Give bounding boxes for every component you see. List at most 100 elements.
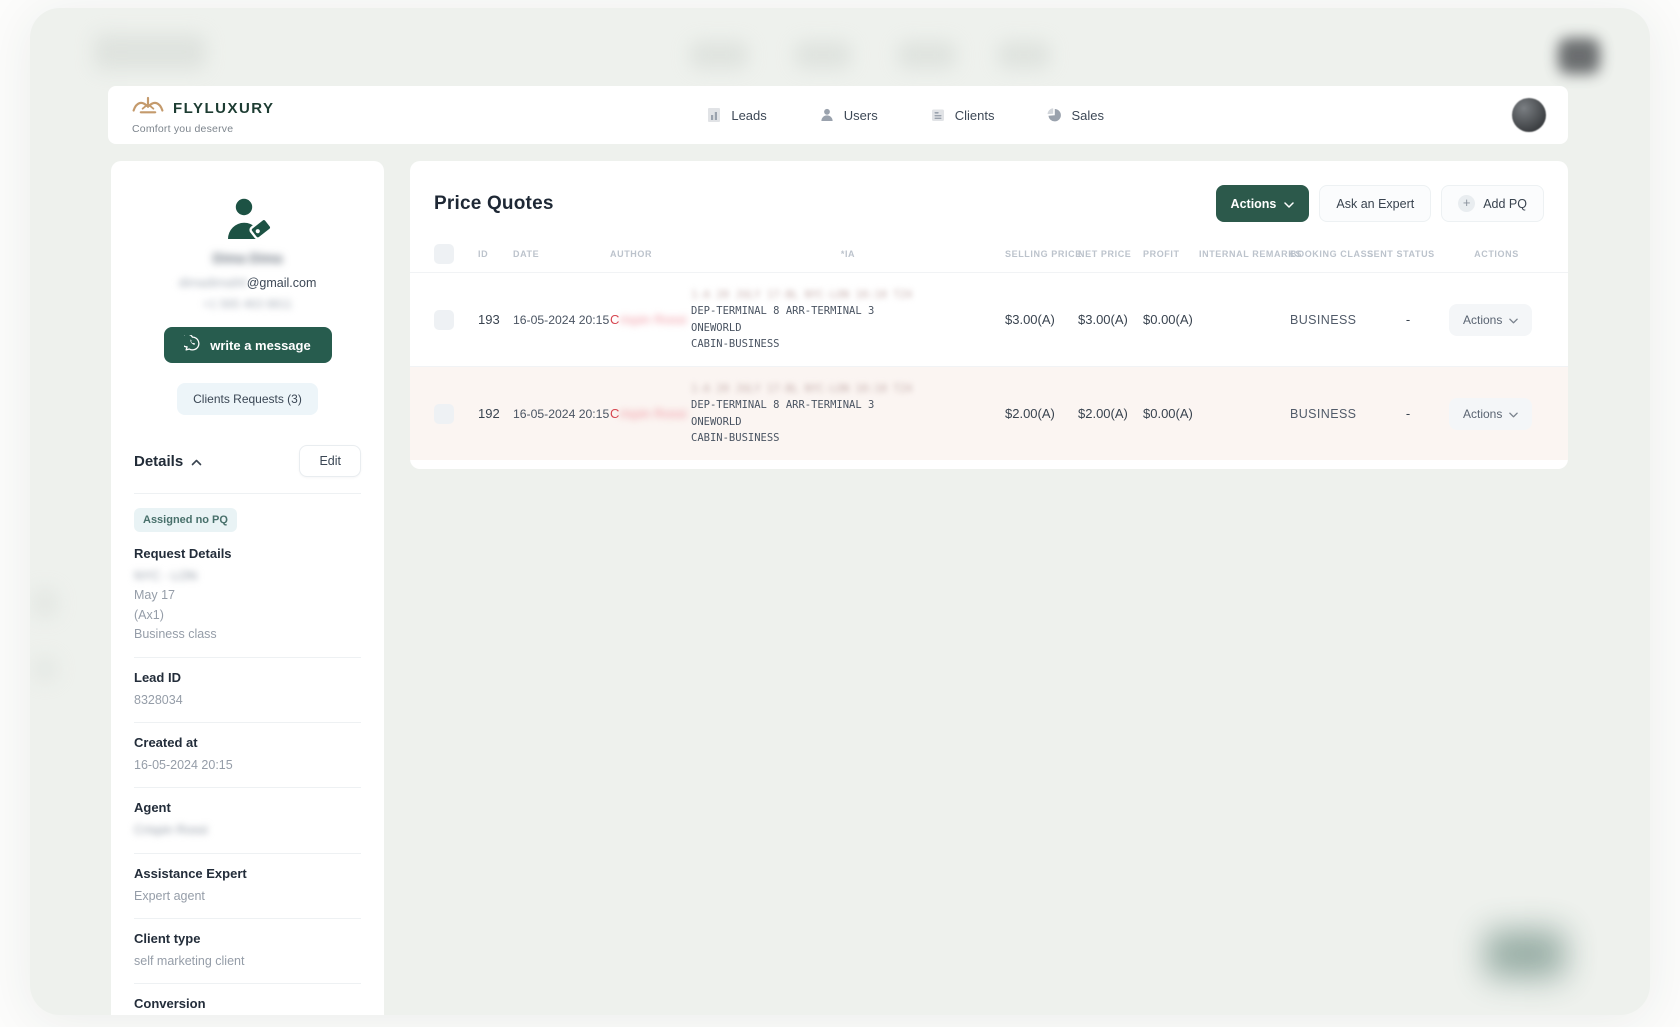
lead-id-value: 8328034	[134, 691, 361, 710]
edit-details-button[interactable]: Edit	[299, 445, 361, 477]
column-header-profit: PROFIT	[1143, 249, 1199, 259]
blurred-artifact	[998, 41, 1050, 69]
client-email: dimadima94@gmail.com	[134, 276, 361, 290]
cell-booking-class: BUSINESS	[1290, 407, 1367, 421]
row-actions-label: Actions	[1463, 313, 1502, 327]
author-initial: C	[610, 406, 619, 421]
cell-booking-class: BUSINESS	[1290, 313, 1367, 327]
cell-profit: $0.00(A)	[1143, 406, 1199, 421]
blurred-artifact	[1558, 38, 1600, 74]
details-header: Details Edit	[134, 445, 361, 477]
conversion-section: Conversion Excluded from conversion	[134, 996, 361, 1015]
chevron-up-icon	[191, 453, 202, 470]
nav-item-leads[interactable]: Leads	[706, 107, 766, 123]
nav-item-clients[interactable]: Clients	[930, 107, 995, 123]
author-blurred: rispin Rossi	[619, 312, 686, 327]
section-label: Created at	[134, 735, 361, 750]
details-toggle[interactable]: Details	[134, 453, 202, 470]
column-header-booking-class: BOOKING CLASS	[1290, 249, 1367, 259]
section-label: Lead ID	[134, 670, 361, 685]
write-message-button[interactable]: write a message	[164, 327, 332, 363]
table-row: 192 16-05-2024 20:15 Crispin Rossi 1-A 2…	[410, 366, 1568, 460]
chevron-down-icon	[1509, 313, 1518, 327]
details-title-label: Details	[134, 453, 183, 470]
assistance-expert-value: Expert agent	[134, 887, 361, 906]
section-label: Client type	[134, 931, 361, 946]
agent-name-blurred: Crispin Rossi	[134, 821, 361, 840]
blurred-artifact	[32, 588, 58, 618]
user-avatar[interactable]	[1512, 98, 1546, 132]
column-header-id: ID	[478, 249, 513, 259]
assigned-no-pq-badge: Assigned no PQ	[134, 508, 237, 532]
chevron-down-icon	[1284, 197, 1294, 211]
leads-icon	[706, 107, 722, 123]
client-email-blurred-part: dimadima94	[179, 276, 247, 290]
itinerary-blurred-line: 1-A 20 JULY 17-BL NYC-LON 10:10 TZ4	[691, 287, 991, 303]
nav-item-sales[interactable]: Sales	[1046, 107, 1104, 123]
crown-logo-icon	[130, 95, 166, 121]
client-email-domain: @gmail.com	[247, 276, 317, 290]
cell-sent-status: -	[1367, 406, 1449, 421]
cell-net-price: $3.00(A)	[1078, 312, 1143, 327]
column-header-net-price: NET PRICE	[1078, 249, 1143, 259]
row-checkbox[interactable]	[434, 404, 454, 424]
column-header-selling-price: SELLING PRICE	[1005, 249, 1078, 259]
cell-id: 192	[478, 406, 513, 421]
users-icon	[819, 107, 835, 123]
brand-tagline: Comfort you deserve	[132, 124, 275, 135]
whatsapp-icon	[184, 335, 201, 355]
author-blurred: rispin Rossi	[619, 406, 686, 421]
nav-label: Leads	[731, 108, 766, 123]
itinerary-alliance: ONEWORLD	[691, 320, 991, 336]
divider	[134, 493, 361, 494]
cell-id: 193	[478, 312, 513, 327]
cell-date: 16-05-2024 20:15	[513, 407, 610, 421]
request-details-section: Request Details NYC - LON May 17 (Ax1) B…	[134, 546, 361, 658]
blurred-artifact	[795, 41, 851, 69]
content-header: Price Quotes Actions Ask an Expert + Add…	[410, 161, 1568, 236]
row-actions-button[interactable]: Actions	[1449, 304, 1532, 336]
request-cabin: Business class	[134, 625, 361, 644]
client-avatar-icon	[134, 197, 361, 243]
top-bar: FLYLUXURY Comfort you deserve Leads	[108, 86, 1568, 144]
agent-section: Agent Crispin Rossi	[134, 800, 361, 853]
blurred-artifact	[690, 41, 748, 69]
add-pq-button[interactable]: + Add PQ	[1441, 185, 1544, 222]
blurred-artifact	[1485, 930, 1565, 978]
client-sidebar: Dima Dima dimadima94@gmail.com +1 565 46…	[111, 161, 384, 1015]
actions-label: Actions	[1231, 197, 1277, 211]
cell-date: 16-05-2024 20:15	[513, 313, 610, 327]
cell-itinerary: 1-A 20 JULY 17-BL NYC-LON 10:10 TZ4 DEP-…	[691, 381, 1005, 446]
column-header-ia: *IA	[691, 249, 1005, 259]
sales-pie-icon	[1046, 107, 1062, 123]
clients-icon	[930, 107, 946, 123]
app-window: FLYLUXURY Comfort you deserve Leads	[30, 8, 1650, 1015]
client-phone-blurred: +1 565 463 8811	[134, 297, 361, 311]
table-row: 193 16-05-2024 20:15 Crispin Rossi 1-A 2…	[410, 272, 1568, 366]
row-checkbox[interactable]	[434, 310, 454, 330]
cell-net-price: $2.00(A)	[1078, 406, 1143, 421]
created-at-section: Created at 16-05-2024 20:15	[134, 735, 361, 788]
blurred-artifact	[32, 656, 58, 682]
clients-requests-button[interactable]: Clients Requests (3)	[177, 383, 318, 415]
row-actions-button[interactable]: Actions	[1449, 398, 1532, 430]
price-quotes-panel: Price Quotes Actions Ask an Expert + Add…	[410, 161, 1568, 469]
itinerary-terminals: DEP-TERMINAL 8 ARR-TERMINAL 3	[691, 397, 991, 413]
section-label: Conversion	[134, 996, 361, 1011]
request-route-blurred: NYC - LON	[134, 567, 361, 586]
table-header-row: ID DATE AUTHOR *IA SELLING PRICE NET PRI…	[410, 236, 1568, 272]
author-initial: C	[610, 312, 619, 327]
column-header-sent-status: SENT STATUS	[1367, 249, 1449, 259]
column-header-actions: ACTIONS	[1449, 249, 1544, 259]
nav-label: Users	[844, 108, 878, 123]
page-title: Price Quotes	[434, 193, 554, 215]
nav-item-users[interactable]: Users	[819, 107, 878, 123]
row-actions-label: Actions	[1463, 407, 1502, 421]
brand-name: FLYLUXURY	[173, 101, 275, 116]
column-header-internal-remarks: INTERNAL REMARKS	[1199, 249, 1290, 259]
ask-expert-button[interactable]: Ask an Expert	[1319, 185, 1431, 222]
actions-dropdown-button[interactable]: Actions	[1216, 185, 1310, 222]
select-all-checkbox[interactable]	[434, 244, 454, 264]
itinerary-alliance: ONEWORLD	[691, 414, 991, 430]
cell-author: Crispin Rossi	[610, 406, 691, 421]
